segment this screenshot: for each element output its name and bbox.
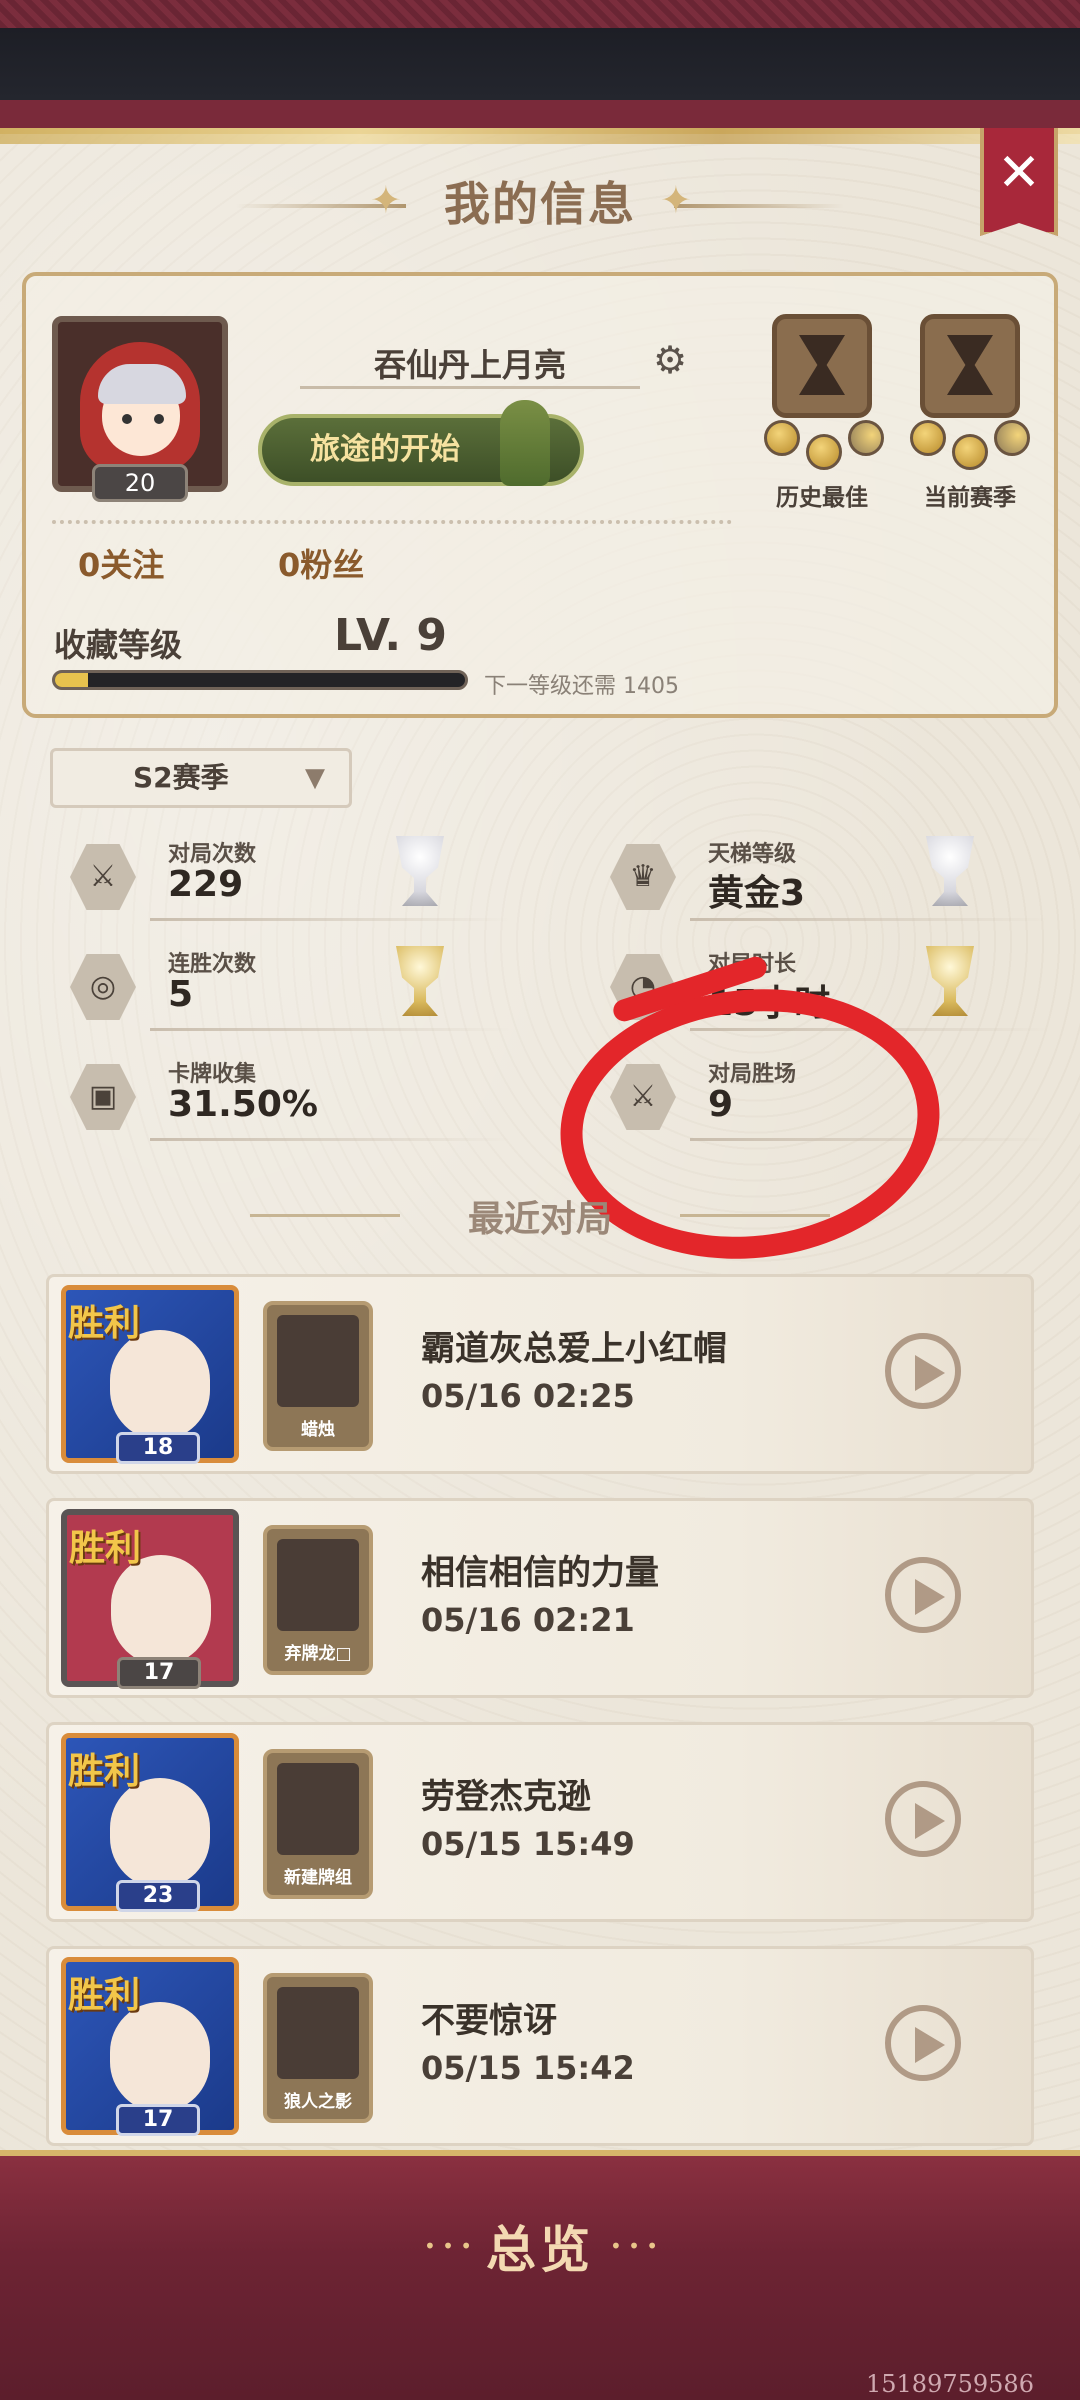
medal-icon — [994, 420, 1030, 456]
deck-card: 新建牌组 — [263, 1749, 373, 1899]
medal-icon — [910, 420, 946, 456]
match-time: 05/16 02:21 — [421, 1601, 635, 1639]
match-row[interactable]: 胜利 17 狼人之影 不要惊讶 05/15 15:42 — [46, 1946, 1034, 2146]
username: 吞仙丹上月亮 — [373, 346, 566, 384]
fans-count[interactable]: 0粉丝 — [278, 540, 364, 586]
hero-level: 17 — [117, 1657, 201, 1689]
opponent-name: 霸道灰总爱上小红帽 — [421, 1329, 727, 1369]
trophy-label-season: 当前赛季 — [924, 485, 1016, 511]
trophy-label-history: 历史最佳 — [776, 485, 868, 511]
match-time: 05/16 02:25 — [421, 1377, 635, 1415]
match-time: 05/15 15:42 — [421, 2049, 635, 2087]
hourglass-trophy-icon[interactable] — [772, 314, 872, 418]
silver-cup-icon — [926, 836, 974, 906]
deck-card: 蜡烛 — [263, 1301, 373, 1451]
season-select[interactable]: S2赛季 ▼ — [50, 748, 352, 808]
medal-icon — [806, 434, 842, 470]
close-button[interactable]: ✕ — [980, 128, 1058, 236]
card-icon: ▣ — [70, 1064, 136, 1130]
match-row[interactable]: 胜利 17 弃牌龙□ 相信相信的力量 05/16 02:21 — [46, 1498, 1034, 1698]
swords-icon: ⚔ — [70, 844, 136, 910]
replay-play-icon[interactable] — [885, 2005, 961, 2081]
chevron-down-icon: ▼ — [305, 763, 325, 793]
hero-portrait: 胜利 23 — [61, 1733, 239, 1912]
gear-icon[interactable]: ⚙ — [650, 340, 690, 380]
collection-level-label: 收藏等级 — [54, 626, 183, 664]
title-badge[interactable]: 旅途的开始 — [258, 400, 584, 486]
stat-streak: ◎ 连胜次数 5 — [50, 946, 520, 1042]
page-title: 我的信息 — [444, 177, 636, 231]
medal-icon — [952, 434, 988, 470]
hero-level: 18 — [116, 1432, 200, 1464]
medal-icon — [848, 420, 884, 456]
replay-play-icon[interactable] — [885, 1557, 961, 1633]
season-select-value: S2赛季 — [133, 761, 229, 794]
deck-name: 狼人之影 — [284, 2092, 352, 2112]
crown-icon: ♛ — [610, 844, 676, 910]
stat-collection: ▣ 卡牌收集 31.50% — [50, 1056, 520, 1152]
match-result: 胜利 — [68, 1751, 141, 1792]
opponent-name: 不要惊讶 — [421, 2001, 557, 2041]
match-row[interactable]: 胜利 18 蜡烛 霸道灰总爱上小红帽 05/16 02:25 — [46, 1274, 1034, 1474]
collection-progress-bar — [52, 670, 468, 690]
gold-cup-icon — [926, 946, 974, 1016]
deck-card: 狼人之影 — [263, 1973, 373, 2123]
replay-play-icon[interactable] — [885, 1781, 961, 1857]
elf-figure-icon — [500, 400, 550, 486]
watermark: 15189759586 — [866, 2370, 1034, 2398]
replay-play-icon[interactable] — [885, 1333, 961, 1409]
next-level-text: 下一等级还需 1405 — [484, 674, 679, 699]
match-result: 胜利 — [69, 1528, 142, 1569]
hero-level: 23 — [116, 1880, 200, 1912]
top-status-strip — [0, 0, 1080, 100]
hero-portrait: 胜利 17 — [61, 1509, 239, 1689]
stat-value: 229 — [168, 864, 244, 905]
stat-value: 黄金3 — [708, 873, 806, 914]
deck-name: 新建牌组 — [284, 1868, 352, 1888]
panel-accent — [0, 128, 1080, 144]
username-underline — [300, 386, 640, 389]
deck-card: 弃牌龙□ — [263, 1525, 373, 1675]
streak-icon: ◎ — [70, 954, 136, 1020]
deck-name: 弃牌龙□ — [284, 1644, 352, 1664]
hero-portrait: 胜利 17 — [61, 1957, 239, 2136]
silver-cup-icon — [396, 836, 444, 906]
divider — [52, 520, 732, 524]
player-level-badge: 20 — [92, 464, 188, 502]
match-result: 胜利 — [68, 1975, 141, 2016]
opponent-name: 相信相信的力量 — [421, 1553, 659, 1593]
match-result: 胜利 — [68, 1303, 141, 1344]
stat-value: 31.50% — [168, 1084, 318, 1125]
hero-level: 17 — [116, 2104, 200, 2136]
stat-value: 5 — [168, 974, 194, 1015]
gold-cup-icon — [396, 946, 444, 1016]
hero-portrait: 胜利 18 — [61, 1285, 239, 1464]
opponent-name: 劳登杰克逊 — [421, 1777, 591, 1817]
tab-overview[interactable]: 总览 — [0, 2210, 1080, 2282]
medal-icon — [764, 420, 800, 456]
hourglass-trophy-icon[interactable] — [920, 314, 1020, 418]
deck-name: 蜡烛 — [301, 1420, 335, 1440]
stat-rank: ♛ 天梯等级 黄金3 — [590, 836, 1060, 932]
collection-progress-fill — [55, 673, 88, 687]
recent-matches-title: 最近对局 — [467, 1199, 612, 1240]
match-time: 05/15 15:49 — [421, 1825, 635, 1863]
collection-level-value: LV. 9 — [334, 610, 448, 661]
match-row[interactable]: 胜利 23 新建牌组 劳登杰克逊 05/15 15:49 — [46, 1722, 1034, 1922]
title-badge-label: 旅途的开始 — [310, 432, 460, 467]
follow-count[interactable]: 0关注 — [78, 540, 164, 586]
stat-games: ⚔ 对局次数 229 — [50, 836, 520, 932]
